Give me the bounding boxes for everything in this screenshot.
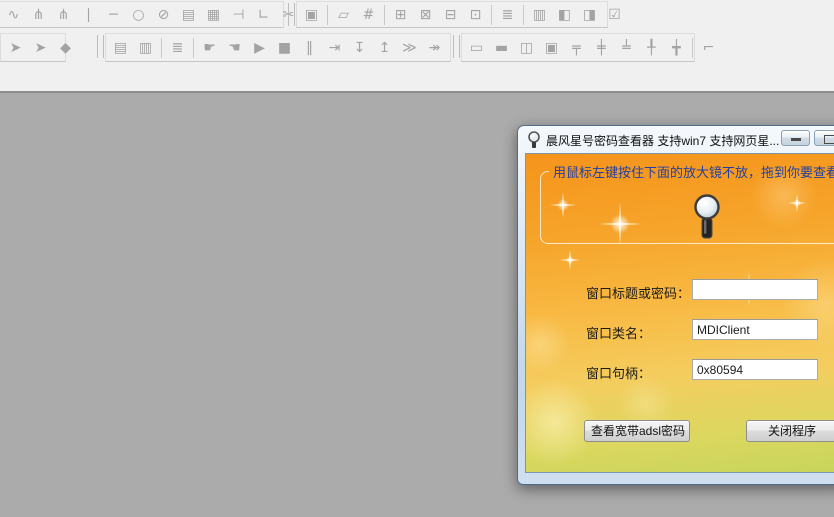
place-corner-icon[interactable]: ∟ xyxy=(251,4,276,26)
toolbar-align-panel: ▭▬◫▣╤╪╧╀╈⌐ xyxy=(461,33,695,62)
toolbar-filter-panel: ➤➤◆ xyxy=(0,33,66,62)
place-part-icon[interactable]: ▤ xyxy=(176,4,201,26)
run-to-end-icon[interactable]: ↠ xyxy=(422,37,447,59)
place-no-erc-icon[interactable]: ⊘ xyxy=(151,4,176,26)
select-filter-alt-icon[interactable]: ➤ xyxy=(28,37,53,59)
run-icon[interactable]: ▶ xyxy=(247,37,272,59)
window-client-area: 用鼠标左键按住下面的放大镜不放，拖到你要查看密码的 窗口标题或密码： 窗口类名：… xyxy=(525,153,834,473)
select-filter-icon[interactable]: ➤ xyxy=(3,37,28,59)
toolbar-separator xyxy=(161,38,162,58)
toolbar-separator xyxy=(97,35,104,58)
pan-hand-alt-icon[interactable]: ☚ xyxy=(222,37,247,59)
field-label-class-name: 窗口类名： xyxy=(586,323,651,342)
place-junction-icon[interactable]: ∣ xyxy=(76,4,101,26)
toolbar-simulation-panel: ▤▥ ≣ ☛☚▶■‖⇥↧↥≫↠ xyxy=(105,33,451,62)
step-icon[interactable]: ⇥ xyxy=(322,37,347,59)
toolbar-separator xyxy=(288,3,295,26)
toolbar-separator xyxy=(692,38,693,58)
instruction-groupbox: 用鼠标左键按住下面的放大镜不放，拖到你要查看密码的 xyxy=(540,162,834,244)
toolbar-wiring-panel: ∿⋔⋔∣─○⊘▤▦⊣∟✂ xyxy=(0,1,284,28)
toolbar-separator xyxy=(384,5,385,25)
watch-window-icon[interactable]: ≣ xyxy=(165,37,190,59)
field-label-handle: 窗口句柄： xyxy=(586,363,651,382)
panel-x-icon[interactable]: ◨ xyxy=(577,4,602,26)
minimize-icon xyxy=(791,138,801,141)
step-into-icon[interactable]: ↧ xyxy=(347,37,372,59)
chip-medium-icon[interactable]: ▬ xyxy=(489,37,514,59)
align-bottom-icon[interactable]: ╧ xyxy=(614,37,639,59)
pan-hand-icon[interactable]: ☛ xyxy=(197,37,222,59)
place-probe-icon[interactable]: ⊣ xyxy=(226,4,251,26)
panel-check-icon[interactable]: ☑ xyxy=(602,4,627,26)
save-snapshot-icon[interactable]: ▤ xyxy=(108,37,133,59)
rom-select-icon[interactable]: ▣ xyxy=(299,4,324,26)
titlebar[interactable]: 晨风星号密码查看器 支持win7 支持网页星... xyxy=(518,126,834,153)
load-snapshot-icon[interactable]: ▥ xyxy=(133,37,158,59)
add-sheet-z-icon[interactable]: ⊞ xyxy=(388,4,413,26)
chip-probe-icon[interactable]: ◫ xyxy=(514,37,539,59)
toolbar-separator xyxy=(523,5,524,25)
align-middle-icon[interactable]: ╪ xyxy=(589,37,614,59)
minimize-button[interactable] xyxy=(781,130,810,146)
maximize-icon xyxy=(824,135,834,144)
sparkle-decoration xyxy=(560,250,580,270)
remove-sheet-x-icon[interactable]: ⊠ xyxy=(413,4,438,26)
field-label-title-or-password: 窗口标题或密码： xyxy=(586,283,690,302)
fast-forward-icon[interactable]: ≫ xyxy=(397,37,422,59)
sheet-minus-icon[interactable]: ⊟ xyxy=(438,4,463,26)
wire-tool-icon[interactable]: ∿ xyxy=(1,4,26,26)
chip-generator-icon[interactable]: ▣ xyxy=(539,37,564,59)
net-filter-icon[interactable]: ◆ xyxy=(53,37,78,59)
bus-tool-icon[interactable]: ⋔ xyxy=(26,4,51,26)
window-title-or-password-input[interactable] xyxy=(692,279,818,300)
wire-corner-mode-icon[interactable]: ⌐ xyxy=(696,37,721,59)
window-handle-input[interactable] xyxy=(692,359,818,380)
panel-z-icon[interactable]: ◧ xyxy=(552,4,577,26)
toolbar-separator xyxy=(327,5,328,25)
column-list-icon[interactable]: ≣ xyxy=(495,4,520,26)
toolbar-area: ∿⋔⋔∣─○⊘▤▦⊣∟✂ ▣▱#⊞⊠⊟⊡≣▥◧◨☑ ➤➤◆ ▤▥≣☛☚▶■‖⇥↧… xyxy=(0,0,834,93)
layers-icon[interactable]: ▱ xyxy=(331,4,356,26)
toolbar-sheet-panel: ▣▱#⊞⊠⊟⊡≣▥◧◨☑ xyxy=(296,1,608,28)
grid-toggle-icon[interactable]: # xyxy=(356,4,381,26)
instruction-caption: 用鼠标左键按住下面的放大镜不放，拖到你要查看密码的 xyxy=(549,162,834,181)
window-class-name-input[interactable] xyxy=(692,319,818,340)
align-top-icon[interactable]: ╤ xyxy=(564,37,589,59)
step-out-icon[interactable]: ↥ xyxy=(372,37,397,59)
password-viewer-window: 晨风星号密码查看器 支持win7 支持网页星... 用鼠标左键按住下面的放大镜不… xyxy=(517,125,834,485)
toolbar-separator xyxy=(453,35,460,58)
magnifier-drag-icon[interactable] xyxy=(691,194,723,242)
place-part-alt-icon[interactable]: ▦ xyxy=(201,4,226,26)
view-adsl-password-button[interactable]: 查看宽带adsl密码 xyxy=(584,420,690,442)
window-title: 晨风星号密码查看器 支持win7 支持网页星... xyxy=(546,132,779,149)
close-program-button[interactable]: 关闭程序 xyxy=(746,420,834,442)
rom-window-icon[interactable]: ▥ xyxy=(527,4,552,26)
stop-icon[interactable]: ■ xyxy=(272,37,297,59)
distribute-vertical-icon[interactable]: ╀ xyxy=(639,37,664,59)
app-magnifier-icon xyxy=(527,131,541,149)
place-circle-icon[interactable]: ○ xyxy=(126,4,151,26)
toolbar-separator xyxy=(491,5,492,25)
pause-icon[interactable]: ‖ xyxy=(297,37,322,59)
chip-small-icon[interactable]: ▭ xyxy=(464,37,489,59)
toolbar-separator xyxy=(193,38,194,58)
distribute-horizontal-icon[interactable]: ╈ xyxy=(664,37,689,59)
sheet-dot-icon[interactable]: ⊡ xyxy=(463,4,488,26)
maximize-button[interactable] xyxy=(814,130,834,146)
bus-entry-tool-icon[interactable]: ⋔ xyxy=(51,4,76,26)
place-line-icon[interactable]: ─ xyxy=(101,4,126,26)
